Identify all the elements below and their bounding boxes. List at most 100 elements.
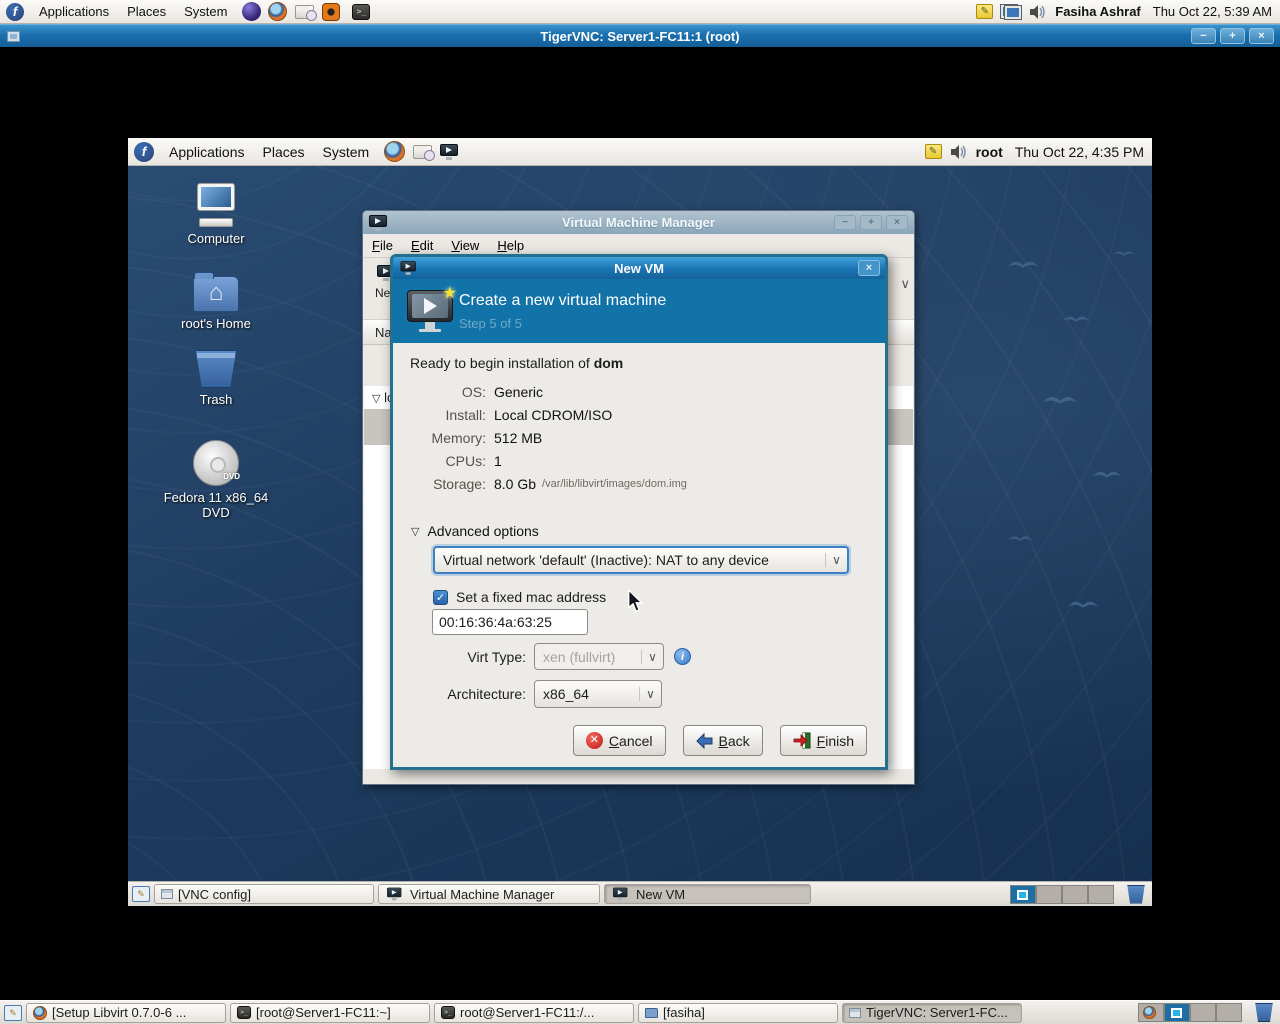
show-desktop-icon[interactable]: ✎ <box>4 1004 22 1021</box>
evolution-launcher-icon[interactable] <box>295 4 318 21</box>
ready-text: Ready to begin installation of dom <box>410 355 624 371</box>
terminal-launcher-icon[interactable]: >_ <box>352 3 371 20</box>
dialog-titlebar[interactable]: New VM × <box>393 257 885 279</box>
firefox-launcher-icon[interactable] <box>384 141 406 162</box>
vmm-close-button[interactable]: × <box>886 215 908 230</box>
remote-desktop: f Applications Places System ✎ root Thu … <box>128 138 1152 906</box>
host-clock[interactable]: Thu Oct 22, 5:39 AM <box>1149 4 1272 19</box>
mac-checkbox[interactable]: ✓ <box>433 589 448 605</box>
dialog-close-button[interactable]: × <box>858 260 880 276</box>
screens-applet-icon[interactable] <box>1001 4 1022 20</box>
task-setup-libvirt[interactable]: [Setup Libvirt 0.7.0-6 ... <box>26 1002 226 1023</box>
vnc-viewport: f Applications Places System ✎ root Thu … <box>0 47 1280 1000</box>
home-folder-icon <box>193 272 239 312</box>
task-root-terminal-1[interactable]: >_ [root@Server1-FC11:~] <box>230 1002 430 1023</box>
remote-clock[interactable]: Thu Oct 22, 4:35 PM <box>1011 144 1144 160</box>
info-icon[interactable]: i <box>674 648 691 665</box>
advanced-options-expander[interactable]: ▽ Advanced options <box>411 523 539 539</box>
window-icon <box>161 889 173 899</box>
task-root-terminal-2[interactable]: >_ root@Server1-FC11:/... <box>434 1002 634 1023</box>
expander-icon: ▽ <box>411 525 420 538</box>
fedora-menu-icon[interactable]: f <box>134 141 154 162</box>
trash-applet-icon[interactable] <box>1255 1003 1273 1022</box>
workspace-3[interactable] <box>1190 1003 1216 1022</box>
host-username[interactable]: Fasiha Ashraf <box>1055 4 1141 19</box>
workspace-1[interactable] <box>1010 884 1036 904</box>
summary-table: OS: Generic Install: Local CDROM/ISO Memor… <box>393 380 687 495</box>
vmm-minimize-button[interactable]: − <box>834 215 856 230</box>
virt-type-select[interactable]: xen (fullvirt) ∨ <box>534 643 664 670</box>
task-tigervnc[interactable]: TigerVNC: Server1-FC... <box>842 1002 1022 1023</box>
architecture-row: Architecture: x86_64 ∨ <box>393 680 662 708</box>
finish-button[interactable]: Finish <box>779 725 867 756</box>
app-launcher-icon[interactable] <box>322 2 341 21</box>
vm-monitor-icon <box>613 887 629 901</box>
desktop-icon-trash[interactable]: Trash <box>156 350 276 407</box>
eclipse-launcher-icon[interactable] <box>242 2 262 21</box>
terminal-icon: >_ <box>441 1006 455 1019</box>
back-button[interactable]: Back <box>682 725 763 756</box>
network-select[interactable]: Virtual network 'default' (Inactive): NA… <box>433 546 849 574</box>
bird-icon <box>1068 601 1098 608</box>
workspace-4[interactable] <box>1216 1003 1242 1022</box>
task-vnc-config[interactable]: [VNC config] <box>154 884 374 904</box>
vmm-maximize-button[interactable]: + <box>860 215 882 230</box>
vm-name: dom <box>593 355 624 371</box>
back-arrow-icon <box>695 732 712 749</box>
host-panel-right: ✎ Fasiha Ashraf Thu Oct 22, 5:39 AM <box>976 4 1280 20</box>
dialog-header-title: Create a new virtual machine <box>459 292 667 309</box>
terminal-icon: >_ <box>237 1006 251 1019</box>
vmm-window-controls: − + × <box>834 215 914 230</box>
bird-icon <box>1008 261 1038 268</box>
task-new-vm[interactable]: New VM <box>604 884 811 904</box>
desktop-icon-label: Fedora 11 x86_64 DVD <box>163 490 269 520</box>
show-desktop-icon[interactable]: ✎ <box>132 886 150 902</box>
bird-icon <box>1008 536 1032 541</box>
fedora-menu-icon[interactable]: f <box>6 2 24 21</box>
workspace-4[interactable] <box>1088 884 1114 904</box>
bird-icon <box>1063 316 1089 322</box>
evolution-launcher-icon[interactable] <box>413 144 436 161</box>
mouse-cursor <box>627 590 644 612</box>
notes-applet-icon[interactable]: ✎ <box>924 144 942 159</box>
desktop-icon-roots-home[interactable]: root's Home <box>156 272 276 331</box>
speaker-icon[interactable] <box>1029 4 1047 20</box>
expander-icon[interactable]: ▽ <box>372 393 380 405</box>
remote-menu-places[interactable]: Places <box>254 140 314 164</box>
vnc-window-titlebar[interactable]: TigerVNC: Server1-FC11:1 (root) − + × <box>0 24 1280 47</box>
trash-applet-icon[interactable] <box>1127 884 1145 904</box>
firefox-icon <box>33 1005 47 1020</box>
virt-manager-launcher-icon[interactable] <box>440 143 460 160</box>
host-menu-system[interactable]: System <box>175 0 236 24</box>
notes-applet-icon[interactable]: ✎ <box>976 4 994 19</box>
summary-row-memory: Memory: 512 MB <box>431 429 543 446</box>
architecture-select[interactable]: x86_64 ∨ <box>534 680 662 708</box>
remote-menu-system[interactable]: System <box>314 140 379 164</box>
workspace-1[interactable] <box>1138 1003 1164 1022</box>
workspace-3[interactable] <box>1062 884 1088 904</box>
remote-username[interactable]: root <box>976 144 1003 160</box>
mac-address-input[interactable] <box>432 609 588 635</box>
firefox-launcher-icon[interactable] <box>268 2 288 21</box>
firefox-icon <box>1143 1006 1156 1019</box>
host-menu-places[interactable]: Places <box>118 0 175 24</box>
dvd-disc-icon <box>193 440 240 486</box>
workspace-2[interactable] <box>1036 884 1062 904</box>
dialog-title: New VM <box>614 260 664 276</box>
task-virtual-machine-manager[interactable]: Virtual Machine Manager <box>378 884 600 904</box>
vmm-titlebar[interactable]: Virtual Machine Manager − + × <box>363 211 914 234</box>
folder-icon <box>645 1007 658 1018</box>
mac-checkbox-label: Set a fixed mac address <box>456 589 607 605</box>
host-menu-applications[interactable]: Applications <box>30 0 118 24</box>
speaker-icon[interactable] <box>950 144 968 160</box>
workspace-2[interactable] <box>1164 1003 1190 1022</box>
summary-row-os: OS: Generic <box>461 383 544 400</box>
cancel-button[interactable]: ✕ Cancel <box>572 725 666 756</box>
vmm-window-icon <box>369 214 389 231</box>
desktop-icon-fedora-dvd[interactable]: Fedora 11 x86_64 DVD <box>156 440 276 520</box>
desktop-icon-computer[interactable]: Computer <box>156 183 276 246</box>
remote-menu-applications[interactable]: Applications <box>160 140 254 164</box>
chevron-down-icon[interactable]: ∨ <box>900 276 910 292</box>
summary-row-install: Install: Local CDROM/ISO <box>445 406 613 423</box>
task-fasiha-folder[interactable]: [fasiha] <box>638 1002 838 1023</box>
